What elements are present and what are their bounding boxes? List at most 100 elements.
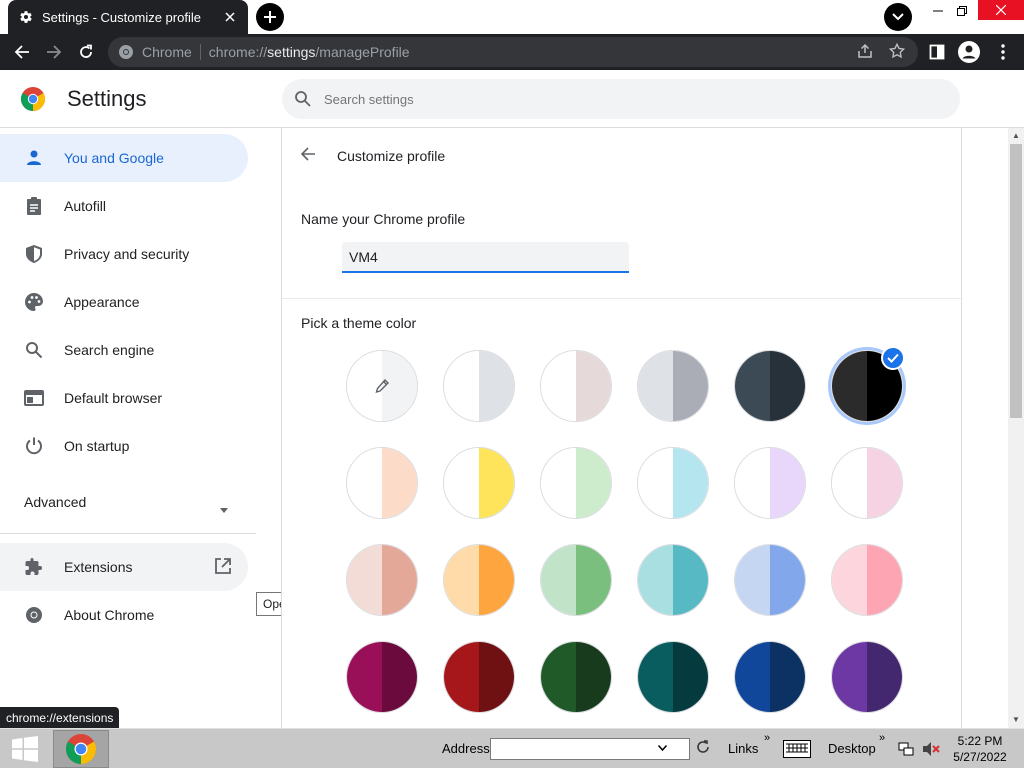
theme-color-swatch[interactable] bbox=[831, 544, 903, 616]
theme-color-swatch[interactable] bbox=[540, 544, 612, 616]
theme-color-swatch[interactable] bbox=[443, 641, 515, 713]
profile-avatar-button[interactable] bbox=[953, 36, 985, 68]
theme-color-swatch[interactable] bbox=[734, 544, 806, 616]
share-icon[interactable] bbox=[856, 42, 876, 62]
eyedropper-icon bbox=[374, 378, 392, 396]
address-input[interactable] bbox=[490, 738, 690, 760]
new-tab-button[interactable] bbox=[256, 3, 284, 31]
forward-button[interactable] bbox=[38, 36, 70, 68]
scroll-down-arrow-icon[interactable]: ▼ bbox=[1012, 716, 1020, 724]
refresh-icon[interactable] bbox=[696, 740, 714, 758]
theme-color-swatch[interactable] bbox=[443, 544, 515, 616]
tab-strip: Settings - Customize profile bbox=[0, 0, 1024, 34]
theme-color-swatch[interactable] bbox=[637, 350, 709, 422]
theme-color-swatch[interactable] bbox=[346, 641, 418, 713]
palette-icon bbox=[24, 292, 44, 312]
side-panel-button[interactable] bbox=[921, 36, 953, 68]
puzzle-piece-icon bbox=[24, 557, 44, 577]
sidebar-item-extensions[interactable]: Extensions bbox=[0, 543, 248, 591]
restore-button[interactable] bbox=[950, 0, 974, 22]
minimize-button[interactable] bbox=[926, 0, 950, 22]
clock-time: 5:22 PM bbox=[957, 734, 1003, 748]
theme-color-swatch[interactable] bbox=[637, 447, 709, 519]
theme-color-swatch[interactable] bbox=[443, 447, 515, 519]
person-icon bbox=[24, 148, 44, 168]
sidebar-item-search-engine[interactable]: Search engine bbox=[0, 326, 248, 374]
start-button[interactable] bbox=[0, 729, 50, 768]
sidebar-item-on-startup[interactable]: On startup bbox=[0, 422, 248, 470]
search-icon bbox=[24, 340, 44, 360]
dropdown-arrow-icon[interactable] bbox=[657, 743, 668, 754]
url-scheme: chrome:// bbox=[208, 44, 268, 60]
sidebar-item-label: Extensions bbox=[64, 559, 133, 575]
status-bubble: chrome://extensions bbox=[0, 707, 120, 728]
page-title: Settings bbox=[67, 86, 147, 111]
theme-color-swatch[interactable] bbox=[637, 641, 709, 713]
scrollbar-thumb[interactable] bbox=[1010, 144, 1022, 418]
theme-color-swatch[interactable] bbox=[540, 350, 612, 422]
sidebar-item-default-browser[interactable]: Default browser bbox=[0, 374, 248, 422]
reload-button[interactable] bbox=[70, 36, 102, 68]
profile-name-label: Name your Chrome profile bbox=[301, 211, 466, 227]
tab-search-button[interactable] bbox=[884, 3, 912, 31]
theme-color-swatch[interactable] bbox=[346, 544, 418, 616]
sidebar-item-privacy-and-security[interactable]: Privacy and security bbox=[0, 230, 248, 278]
search-icon bbox=[294, 90, 312, 108]
theme-color-swatch[interactable] bbox=[637, 544, 709, 616]
chevron-right-icon[interactable]: » bbox=[764, 732, 770, 744]
theme-color-swatch[interactable] bbox=[540, 447, 612, 519]
theme-color-swatch[interactable] bbox=[734, 641, 806, 713]
close-window-button[interactable] bbox=[978, 0, 1024, 20]
close-tab-icon[interactable] bbox=[222, 9, 238, 25]
theme-color-swatch[interactable] bbox=[346, 447, 418, 519]
scroll-up-arrow-icon[interactable]: ▲ bbox=[1012, 132, 1020, 140]
links-label: Links bbox=[728, 741, 759, 756]
keyboard-icon[interactable] bbox=[783, 740, 811, 758]
back-arrow-icon[interactable] bbox=[300, 146, 320, 166]
search-box[interactable] bbox=[282, 79, 960, 119]
browser-icon bbox=[24, 388, 44, 408]
section-divider bbox=[282, 298, 961, 299]
desktop-label: Desktop bbox=[828, 741, 876, 756]
chrome-chip-icon bbox=[118, 44, 134, 60]
omnibox-chip-label: Chrome bbox=[142, 44, 192, 60]
network-icon[interactable] bbox=[898, 741, 914, 757]
omnibox[interactable]: Chrome chrome://settings/manageProfile bbox=[108, 37, 918, 67]
theme-color-swatch[interactable] bbox=[734, 350, 806, 422]
gear-icon bbox=[18, 9, 34, 25]
open-in-new-icon bbox=[214, 557, 234, 577]
taskbar-chrome-button[interactable] bbox=[53, 730, 109, 768]
search-input[interactable] bbox=[324, 91, 924, 107]
kebab-menu-icon[interactable] bbox=[987, 36, 1019, 68]
sidebar-item-autofill[interactable]: Autofill bbox=[0, 182, 248, 230]
sidebar-item-you-and-google[interactable]: You and Google bbox=[0, 134, 248, 182]
url-path: /manageProfile bbox=[315, 44, 410, 60]
page-scrollbar[interactable]: ▲ ▼ bbox=[1008, 128, 1024, 728]
clipboard-icon bbox=[24, 196, 44, 216]
theme-color-label: Pick a theme color bbox=[301, 315, 417, 331]
clock-date: 5/27/2022 bbox=[953, 750, 1007, 764]
custom-color-picker-swatch[interactable] bbox=[346, 350, 418, 422]
theme-color-swatch[interactable] bbox=[831, 447, 903, 519]
caret-down-icon bbox=[220, 500, 228, 516]
back-button[interactable] bbox=[6, 36, 38, 68]
bookmark-star-icon[interactable] bbox=[888, 42, 908, 62]
sidebar-item-label: Privacy and security bbox=[64, 246, 190, 262]
theme-color-swatch[interactable] bbox=[831, 641, 903, 713]
theme-color-swatch[interactable] bbox=[734, 447, 806, 519]
power-icon bbox=[24, 436, 44, 456]
chrome-logo-icon bbox=[20, 87, 46, 111]
tab-settings[interactable]: Settings - Customize profile bbox=[8, 0, 248, 34]
sidebar-item-appearance[interactable]: Appearance bbox=[0, 278, 248, 326]
theme-color-swatch[interactable] bbox=[443, 350, 515, 422]
profile-name-input[interactable] bbox=[342, 242, 629, 273]
chrome-outline-icon bbox=[24, 605, 44, 625]
volume-muted-icon[interactable] bbox=[922, 741, 940, 757]
sidebar-item-label: You and Google bbox=[64, 150, 164, 166]
theme-color-swatch[interactable] bbox=[540, 641, 612, 713]
omnibox-separator bbox=[199, 44, 201, 60]
system-clock[interactable]: 5:22 PM 5/27/2022 bbox=[950, 733, 1010, 765]
sidebar-item-about-chrome[interactable]: About Chrome bbox=[0, 591, 248, 639]
sidebar-advanced-toggle[interactable]: Advanced bbox=[0, 478, 248, 526]
chevron-right-icon[interactable]: » bbox=[879, 732, 885, 744]
